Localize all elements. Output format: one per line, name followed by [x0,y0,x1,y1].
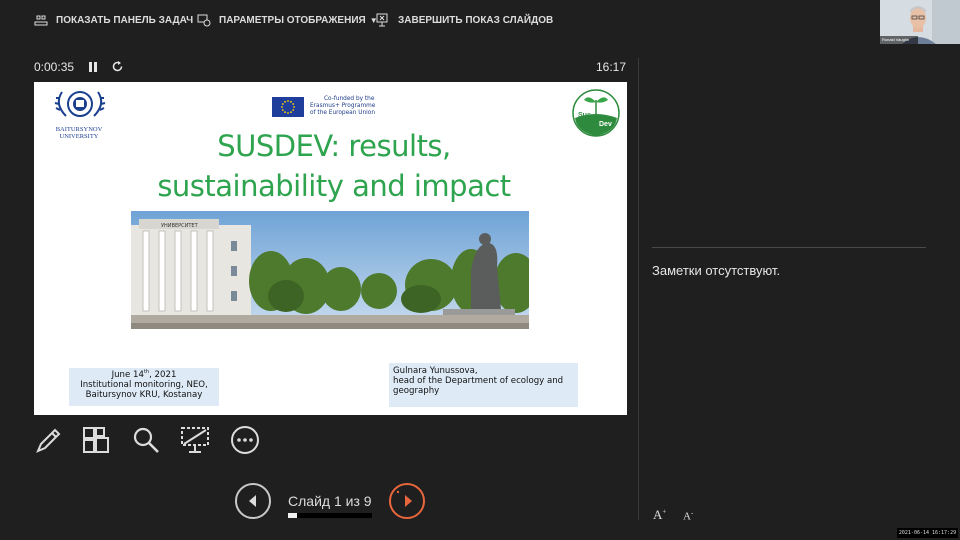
black-screen-icon[interactable] [179,424,211,456]
previous-arrow-icon [249,495,256,507]
slide-progress-bar [288,513,372,518]
erasmus-cofunded-text: Co-funded by the Erasmus+ Programme of t… [310,96,390,117]
decrease-font-button[interactable]: A- [683,509,693,523]
minus-icon: - [690,509,694,517]
eu-line3: of the European Union [310,110,375,116]
webcam-participant-name: Ronald Vaughn [880,36,918,44]
end-show-icon [376,13,388,27]
notes-divider[interactable] [652,247,926,248]
susdev-logo-left: Sus [578,112,591,119]
panel-divider[interactable] [638,58,639,520]
eu-flag-icon [272,97,304,117]
restart-icon[interactable] [111,60,124,73]
elapsed-timer: 0:00:35 [34,60,75,74]
plus-icon: + [662,507,667,516]
clock: 16:17 [596,60,627,74]
display-settings-label: ПАРАМЕТРЫ ОТОБРАЖЕНИЯ [219,14,366,26]
event-line2: Institutional monitoring, NEO, [80,380,208,390]
university-emblem-icon [54,91,106,117]
presenter-position: head of the Department of ecology and [393,376,564,386]
eu-line2: Erasmus+ Programme [310,103,376,109]
slide-title: SUSDEV: results, sustainability and impa… [94,126,574,206]
slide-title-line2: sustainability and impact [157,169,511,203]
presenter-department: geography [393,386,440,396]
slide-counter: Слайд 1 из 9 [288,493,372,509]
end-show-button[interactable]: ЗАВЕРШИТЬ ПОКАЗ СЛАЙДОВ [376,12,553,28]
previous-slide-button[interactable] [235,483,271,519]
display-settings-icon [197,14,211,27]
display-settings-button[interactable]: ПАРАМЕТРЫ ОТОБРАЖЕНИЯ ▼ [197,12,378,28]
next-arrow-icon [396,490,412,507]
slide-grid-icon[interactable] [80,424,112,456]
pen-icon[interactable] [32,424,64,456]
event-date-year: , 2021 [149,370,177,380]
university-name-line2: UNIVERSITY [59,133,99,140]
presenter-toolbar: ПОКАЗАТЬ ПАНЕЛЬ ЗАДАЧ ПАРАМЕТРЫ ОТОБРАЖЕ… [0,0,960,40]
presenter-name: Gulnara Yunussova, [393,366,478,376]
end-show-label: ЗАВЕРШИТЬ ПОКАЗ СЛАЙДОВ [398,14,554,26]
susdev-logo-right: Dev [599,121,612,128]
taskbar-icon [34,15,48,26]
magnifier-icon[interactable] [130,424,162,456]
show-taskbar-button[interactable]: ПОКАЗАТЬ ПАНЕЛЬ ЗАДАЧ [34,12,193,28]
decrease-font-label: A [683,510,691,523]
recording-timestamp: 2021-06-14 16:17:29 [897,528,958,538]
increase-font-label: A [653,507,663,522]
eu-line1: Co-funded by the [324,96,375,102]
show-taskbar-label: ПОКАЗАТЬ ПАНЕЛЬ ЗАДАЧ [56,14,194,26]
event-info-box: June 14th, 2021 Institutional monitoring… [69,368,219,406]
event-line3: Baitursynov KRU, Kostanay [85,390,203,400]
next-slide-button[interactable] [389,483,425,519]
building-sign: УНИВЕРСИТЕТ [161,223,199,229]
slide-progress-fill [288,513,298,518]
current-slide: BAITURSYNOV UNIVERSITY Co-funded by the … [34,82,627,415]
pause-icon[interactable] [88,61,98,73]
webcam-video: Ronald Vaughn [880,0,960,44]
university-photo: УНИВЕРСИТЕТ [131,211,529,329]
speaker-notes: Заметки отсутствуют. [652,263,781,278]
more-options-icon[interactable] [229,424,261,456]
increase-font-button[interactable]: A+ [653,507,666,523]
susdev-logo: Sus Dev [572,89,620,137]
slide-title-line1: SUSDEV: results, [217,129,451,163]
presenter-info-box: Gulnara Yunussova, head of the Departmen… [389,363,578,407]
event-date-day: June 14 [111,370,144,380]
